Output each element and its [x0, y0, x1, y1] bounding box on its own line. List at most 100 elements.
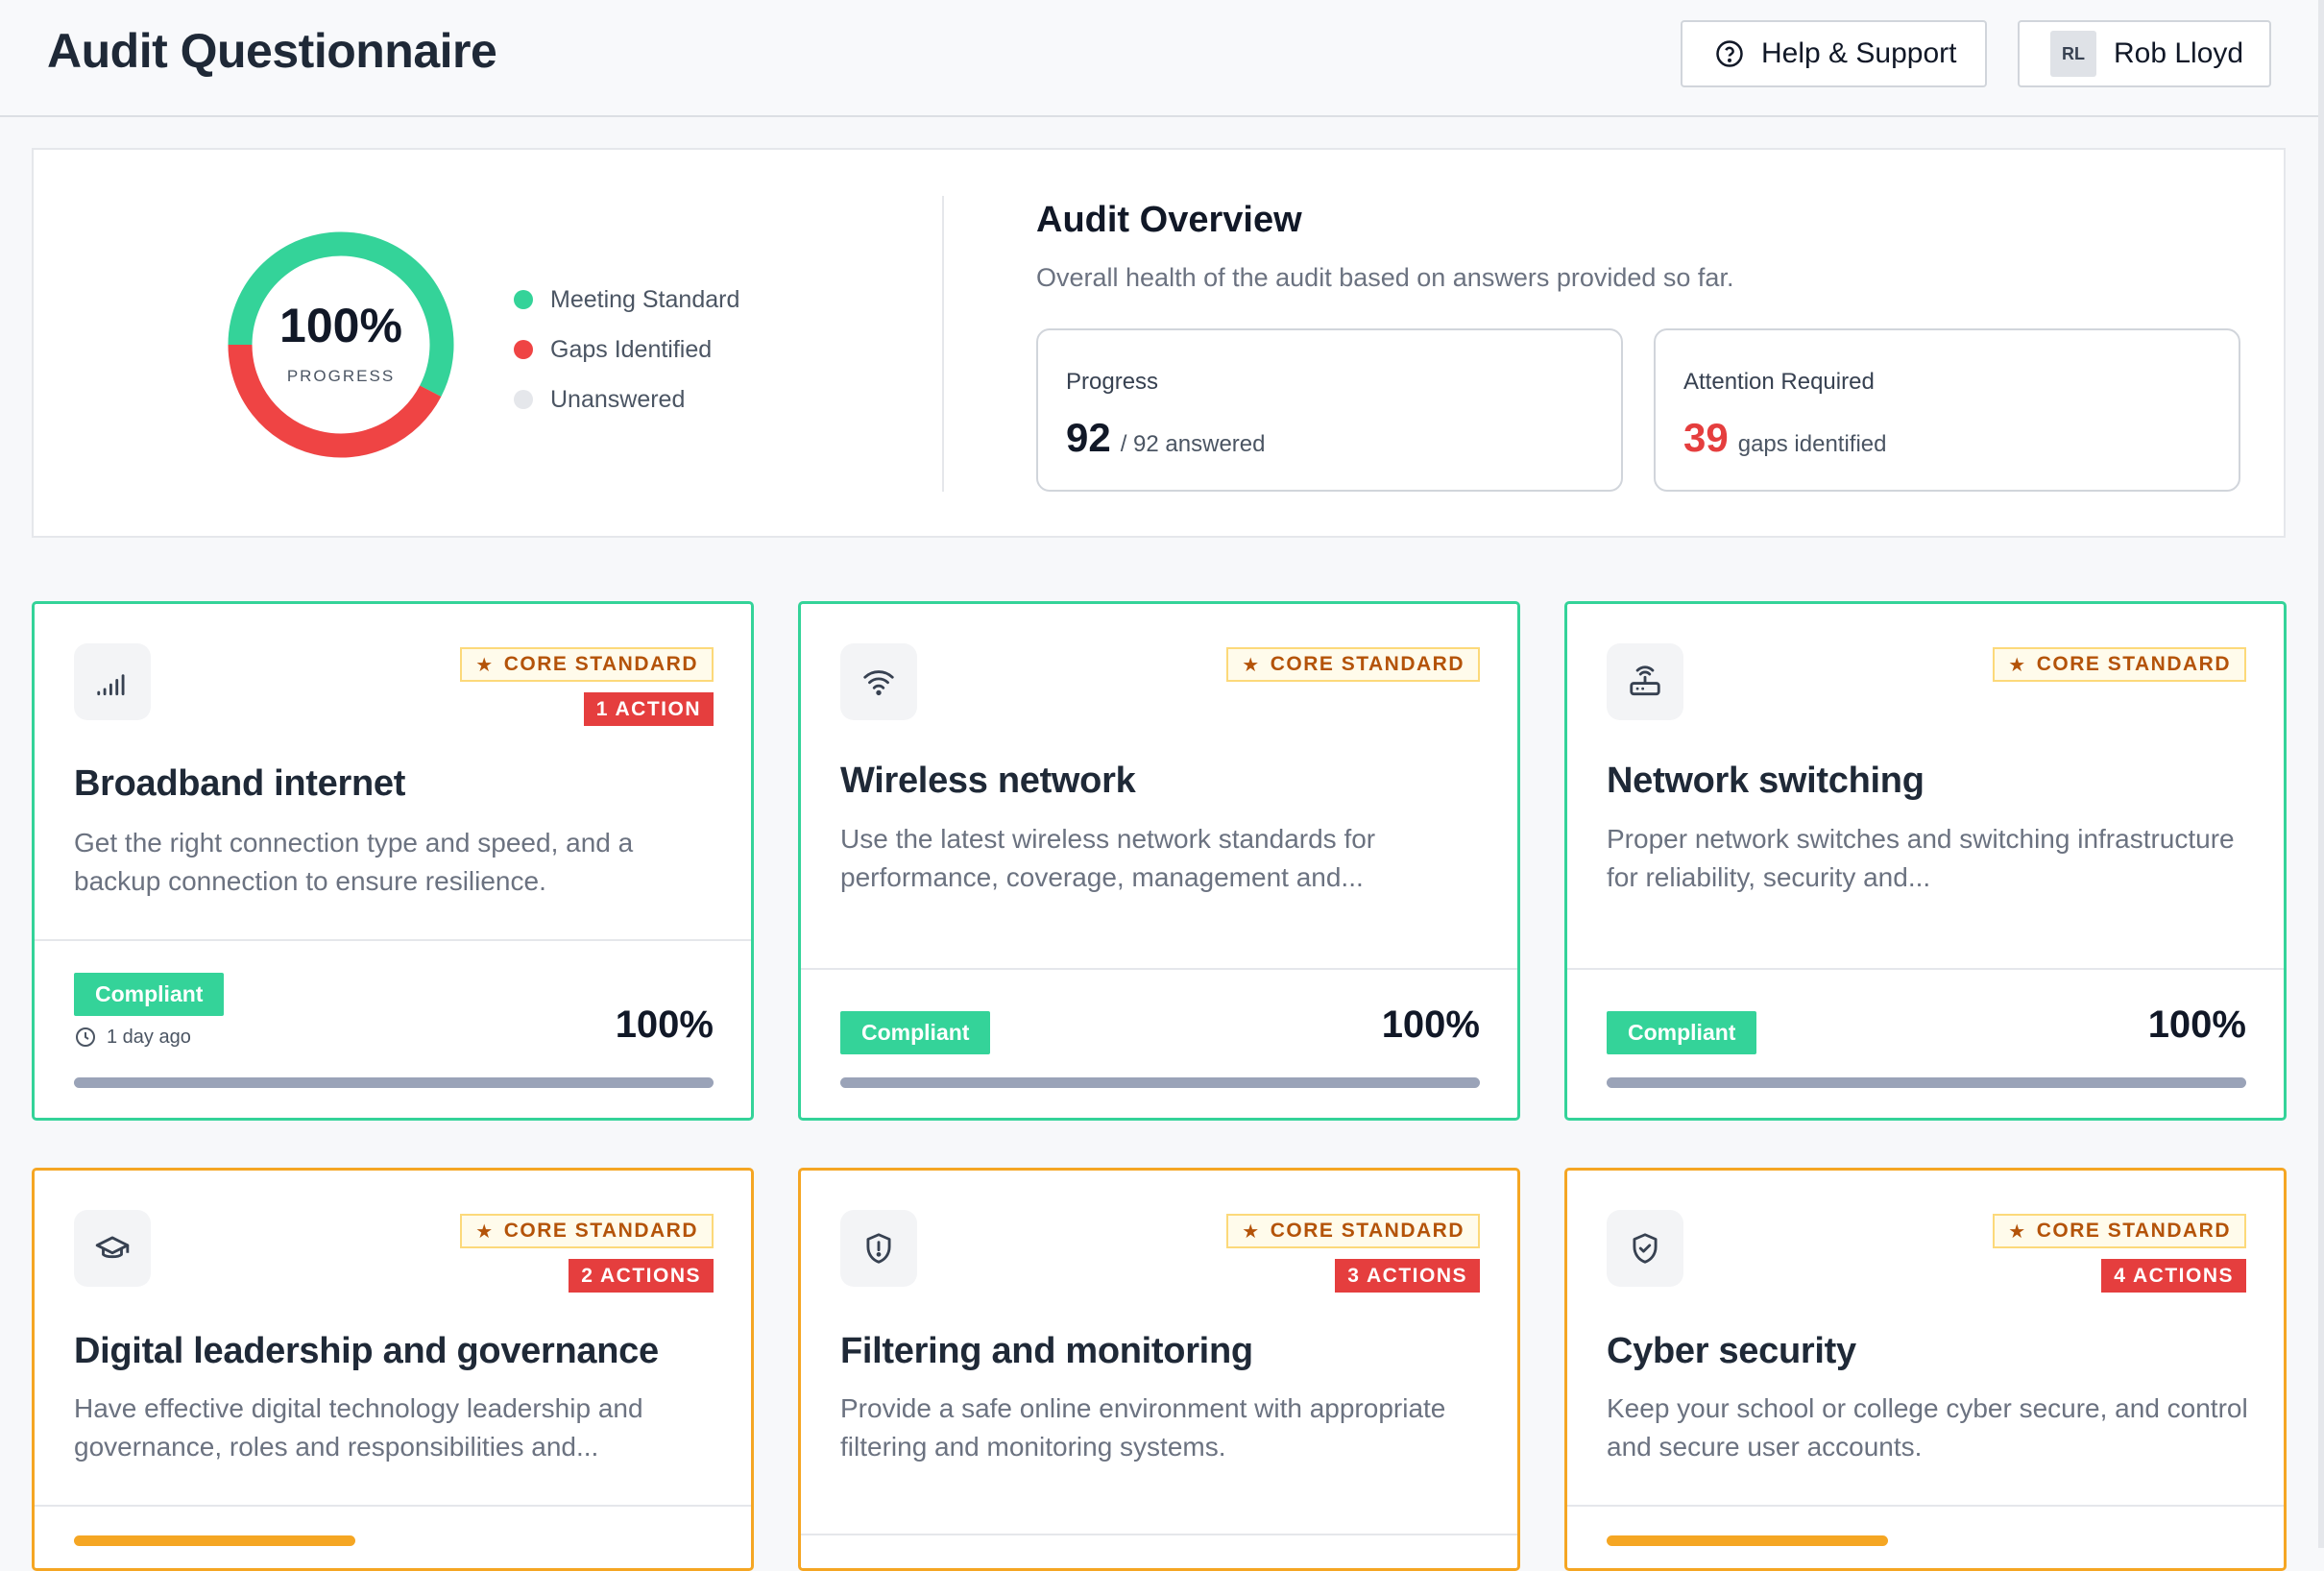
- legend-label: Unanswered: [550, 385, 686, 413]
- divider: [1567, 1505, 2284, 1507]
- card-description: Keep your school or college cyber secure…: [1607, 1393, 2248, 1462]
- progress-bar: [840, 1077, 1480, 1088]
- card-title: Network switching: [1607, 761, 1925, 801]
- star-icon: ★: [2008, 654, 2027, 676]
- progress-bar-fill: [74, 1077, 714, 1088]
- card-description: Use the latest wireless network standard…: [840, 824, 1376, 892]
- progress-bar: [1607, 1077, 2246, 1088]
- completion-percent: 100%: [2147, 1003, 2246, 1046]
- card-description: Get the right connection type and speed,…: [74, 828, 634, 896]
- card-title: Filtering and monitoring: [840, 1331, 1253, 1371]
- stat-label: Attention Required: [1683, 369, 1875, 395]
- stat-value: 39: [1683, 415, 1729, 460]
- last-updated-text: 1 day ago: [107, 1026, 191, 1048]
- core-standard-badge: ★ CORE STANDARD: [1226, 1214, 1480, 1248]
- progress-bar: [74, 1077, 714, 1088]
- action-count-badge: 4 ACTIONS: [2101, 1259, 2246, 1293]
- progress-bar-fill: [1607, 1535, 1889, 1546]
- donut-legend: Meeting Standard Gaps Identified Unanswe…: [514, 275, 739, 424]
- action-count-badge: 2 ACTIONS: [569, 1259, 714, 1293]
- clock-icon: [76, 1027, 95, 1047]
- top-bar: Audit Questionnaire Help & Support RL Ro…: [0, 0, 2318, 117]
- help-support-label: Help & Support: [1761, 37, 1957, 69]
- overview-title: Audit Overview: [1036, 200, 1302, 240]
- star-icon: ★: [1242, 654, 1261, 676]
- core-standard-label: CORE STANDARD: [503, 653, 698, 675]
- divider: [35, 1505, 751, 1507]
- donut-percent: 100%: [279, 299, 402, 352]
- legend-item: Unanswered: [514, 375, 739, 424]
- category-card-filtering[interactable]: ★ CORE STANDARD 3 ACTIONS Filtering and m…: [798, 1168, 1520, 1571]
- card-description: Proper network switches and switching in…: [1607, 824, 2235, 892]
- action-count-badge: 3 ACTIONS: [1335, 1259, 1480, 1293]
- legend-label: Gaps Identified: [550, 335, 713, 363]
- completion-percent: 100%: [615, 1003, 714, 1046]
- completion-percent: 100%: [1381, 1003, 1480, 1046]
- scrollbar[interactable]: [2318, 0, 2324, 1548]
- core-standard-badge: ★ CORE STANDARD: [460, 1214, 714, 1248]
- divider: [942, 196, 944, 492]
- legend-dot: [514, 290, 533, 309]
- card-title: Wireless network: [840, 761, 1136, 801]
- user-name: Rob Lloyd: [2114, 37, 2244, 69]
- core-standard-badge: ★ CORE STANDARD: [460, 647, 714, 682]
- audit-overview-panel: 100% PROGRESS Meeting Standard Gaps Iden…: [32, 148, 2286, 538]
- divider: [801, 1534, 1517, 1535]
- compliant-status-pill: Compliant: [1607, 1011, 1757, 1054]
- progress-bar-fill: [1607, 1077, 2246, 1088]
- category-card-leadership[interactable]: ★ CORE STANDARD 2 ACTIONS Digital leaders…: [32, 1168, 754, 1571]
- category-card-broadband[interactable]: ★ CORE STANDARD 1 ACTION Broadband intern…: [32, 601, 754, 1121]
- divider: [801, 968, 1517, 970]
- stat-suffix: / 92 answered: [1120, 431, 1266, 457]
- progress-bar-fill: [74, 1535, 356, 1546]
- shield-check-icon: [1607, 1210, 1683, 1287]
- card-title: Broadband internet: [74, 763, 406, 804]
- category-card-wireless[interactable]: ★ CORE STANDARD Wireless network Use the …: [798, 601, 1520, 1121]
- help-circle-icon: [1716, 40, 1743, 67]
- avatar: RL: [2050, 31, 2096, 77]
- star-icon: ★: [475, 654, 495, 676]
- card-description: Have effective digital technology leader…: [74, 1393, 643, 1462]
- legend-label: Meeting Standard: [550, 285, 740, 313]
- divider: [35, 939, 751, 941]
- progress-bar-fill: [840, 1077, 1480, 1088]
- shield-alert-icon: [840, 1210, 917, 1287]
- action-count-badge: 1 ACTION: [583, 692, 714, 726]
- progress-bar: [74, 1535, 714, 1546]
- legend-dot: [514, 340, 533, 359]
- attention-stat-card: Attention Required 39 gaps identified: [1654, 328, 2240, 492]
- legend-item: Gaps Identified: [514, 325, 739, 375]
- core-standard-badge: ★ CORE STANDARD: [1993, 1214, 2246, 1248]
- legend-dot: [514, 390, 533, 409]
- core-standard-badge: ★ CORE STANDARD: [1993, 647, 2246, 682]
- page-title: Audit Questionnaire: [47, 24, 497, 78]
- stat-label: Progress: [1066, 369, 1159, 395]
- core-standard-label: CORE STANDARD: [2036, 1220, 2231, 1242]
- star-icon: ★: [475, 1221, 495, 1243]
- overview-subtitle: Overall health of the audit based on ans…: [1036, 263, 1734, 292]
- wifi-icon: [840, 643, 917, 720]
- core-standard-label: CORE STANDARD: [1270, 653, 1465, 675]
- core-standard-label: CORE STANDARD: [503, 1220, 698, 1242]
- progress-stat-card: Progress 92 / 92 answered: [1036, 328, 1623, 492]
- progress-donut: 100% PROGRESS: [223, 227, 459, 463]
- core-standard-badge: ★ CORE STANDARD: [1226, 647, 1480, 682]
- card-title: Cyber security: [1607, 1331, 1856, 1371]
- help-support-button[interactable]: Help & Support: [1681, 20, 1987, 87]
- category-card-cyber-security[interactable]: ★ CORE STANDARD 4 ACTIONS Cyber security …: [1564, 1168, 2287, 1571]
- compliant-status-pill: Compliant: [74, 973, 225, 1016]
- category-card-switching[interactable]: ★ CORE STANDARD Network switching Proper …: [1564, 601, 2287, 1121]
- core-standard-label: CORE STANDARD: [2036, 653, 2231, 675]
- user-menu-button[interactable]: RL Rob Lloyd: [2018, 20, 2271, 87]
- star-icon: ★: [1242, 1221, 1261, 1243]
- router-icon: [1607, 643, 1683, 720]
- stat-suffix: gaps identified: [1737, 431, 1887, 457]
- signal-bars-icon: [74, 643, 151, 720]
- graduation-cap-icon: [74, 1210, 151, 1287]
- star-icon: ★: [2008, 1221, 2027, 1243]
- card-title: Digital leadership and governance: [74, 1331, 659, 1371]
- last-updated: 1 day ago: [74, 1026, 191, 1049]
- stat-value: 92: [1066, 415, 1111, 460]
- donut-caption: PROGRESS: [286, 367, 396, 385]
- card-description: Provide a safe online environment with a…: [840, 1393, 1446, 1462]
